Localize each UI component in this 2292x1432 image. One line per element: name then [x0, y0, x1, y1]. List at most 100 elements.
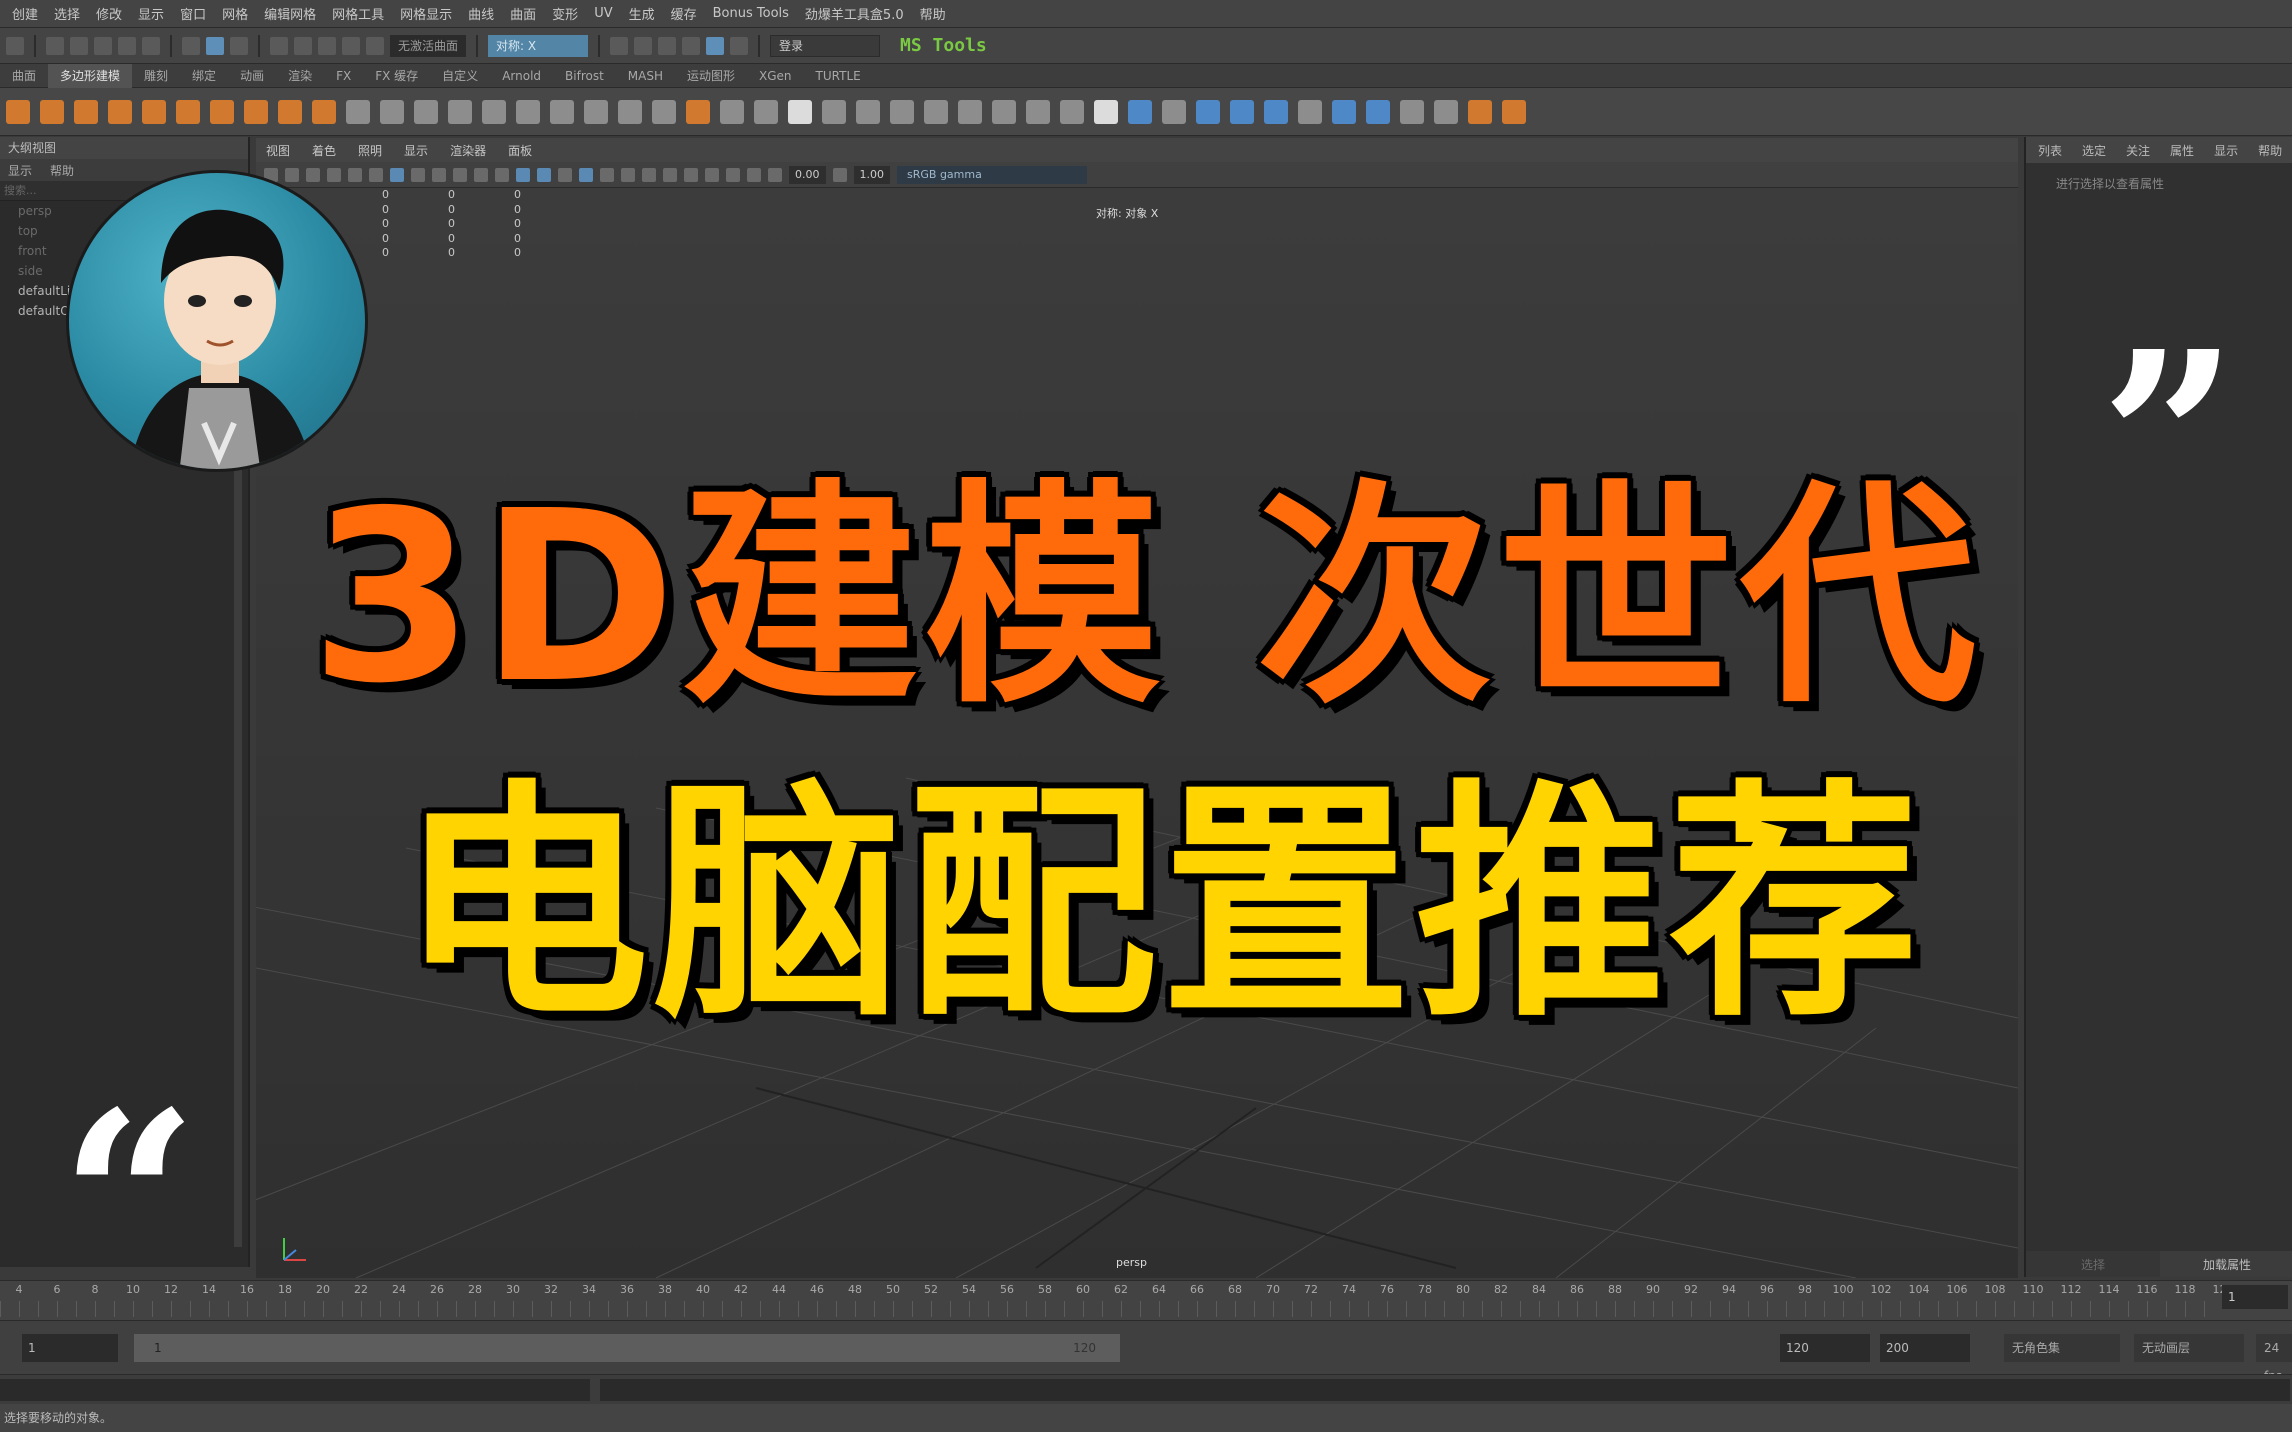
export-selection-icon[interactable] [1434, 99, 1458, 124]
poly-torus-icon[interactable] [142, 99, 166, 124]
multi-cut-icon[interactable] [618, 99, 642, 124]
wire-icon[interactable] [1400, 99, 1424, 124]
film-gate-icon[interactable] [411, 167, 425, 182]
symmetry-dropdown[interactable]: 对称: X [488, 34, 589, 57]
select-hierarchy-icon[interactable] [182, 36, 200, 55]
cb-menu-focus[interactable]: 关注 [2126, 142, 2150, 159]
cb-menu-attributes[interactable]: 属性 [2170, 142, 2194, 159]
color-space-dropdown[interactable]: sRGB gamma [897, 165, 1087, 184]
menu-deform[interactable]: 变形 [544, 4, 586, 23]
shelf-tab-fx[interactable]: FX [324, 69, 363, 83]
cb-menu-help[interactable]: 帮助 [2258, 142, 2282, 159]
menu-modify[interactable]: 修改 [88, 4, 130, 23]
poly-plane-icon[interactable] [176, 99, 200, 124]
render-icon[interactable] [634, 36, 653, 55]
shelf-tab-turtle[interactable]: TURTLE [804, 69, 873, 83]
curve-tool-icon[interactable] [1128, 99, 1152, 124]
viewport-menu-renderer[interactable]: 渲染器 [450, 142, 486, 159]
resolution-gate-icon[interactable] [432, 167, 446, 182]
bend-deformer-icon[interactable] [1332, 99, 1356, 124]
field-chart-icon[interactable] [474, 167, 488, 182]
pencil-curve-icon[interactable] [1264, 99, 1288, 124]
anim-end-field[interactable]: 120 [1780, 1334, 1870, 1362]
poly-text-icon[interactable] [312, 99, 336, 124]
shelf-tab-animation[interactable]: 动画 [228, 67, 276, 84]
save-scene-icon[interactable] [94, 36, 112, 55]
grid-icon[interactable] [890, 99, 914, 124]
grease-pencil-icon[interactable] [369, 167, 383, 182]
bezier-curve-icon[interactable] [1196, 99, 1220, 124]
layout-uv-icon[interactable] [856, 99, 880, 124]
bridge-icon[interactable] [550, 99, 574, 124]
boolean-icon[interactable] [448, 99, 472, 124]
mstools-logo[interactable]: MS Tools [900, 35, 987, 56]
exposure-field[interactable]: 0.00 [789, 165, 826, 184]
folder-export-icon[interactable] [1468, 99, 1492, 124]
snap-curve-icon[interactable] [294, 36, 312, 55]
image-plane-icon[interactable] [327, 167, 341, 182]
render-view-icon[interactable] [610, 36, 629, 55]
menu-mesh-tools[interactable]: 网格工具 [324, 4, 392, 23]
poly-disc-icon[interactable] [210, 99, 234, 124]
poly-sphere-icon[interactable] [6, 99, 30, 124]
range-bar[interactable]: 1 120 [134, 1334, 1120, 1362]
menu-uv[interactable]: UV [586, 6, 620, 21]
undo-icon[interactable] [118, 36, 136, 55]
anim-layer-dropdown[interactable]: 无动画层 [2134, 1334, 2244, 1362]
end-frame-field[interactable]: 200 [1880, 1334, 1970, 1362]
bookmarks-icon[interactable] [306, 167, 320, 182]
menu-curves[interactable]: 曲线 [460, 4, 502, 23]
knife-icon[interactable] [924, 99, 948, 124]
new-scene-icon[interactable] [46, 36, 64, 55]
snap-point-icon[interactable] [318, 36, 336, 55]
wireframe-on-shaded-icon[interactable] [558, 167, 572, 182]
poly-cone-icon[interactable] [108, 99, 132, 124]
menu-mesh[interactable]: 网格 [214, 4, 256, 23]
cb-menu-selected[interactable]: 选定 [2082, 142, 2106, 159]
motion-blur-icon[interactable] [663, 167, 677, 182]
live-surface-field[interactable]: 无激活曲面 [390, 34, 467, 57]
ipr-render-icon[interactable] [658, 36, 677, 55]
snap-surface-icon[interactable] [366, 36, 384, 55]
redo-icon[interactable] [142, 36, 160, 55]
viewport-menu-panels[interactable]: 面板 [508, 142, 532, 159]
shelf-tab-rigging[interactable]: 绑定 [180, 67, 228, 84]
poly-cube-icon[interactable] [40, 99, 64, 124]
shelf-tab-motion-graphics[interactable]: 运动图形 [675, 67, 747, 84]
shelf-tab-arnold[interactable]: Arnold [490, 69, 553, 83]
arnold-render-icon[interactable] [730, 36, 749, 55]
xray-joints-icon[interactable] [747, 167, 761, 182]
cb-tab-load-attributes[interactable]: 加载属性 [2160, 1251, 2292, 1277]
select-component-icon[interactable] [230, 36, 248, 55]
time-slider[interactable]: 4 6 8 10 12 14 16 18 20 22 24 26 28 30 32 34 36 38 40 42 44 4… [0, 1280, 2292, 1320]
mirror-icon[interactable] [482, 99, 506, 124]
viewport-menu-view[interactable]: 视图 [266, 142, 290, 159]
login-dropdown[interactable]: 登录 [770, 34, 881, 57]
outliner-menu-help[interactable]: 帮助 [50, 162, 74, 179]
menu-windows[interactable]: 窗口 [172, 4, 214, 23]
menu-generate[interactable]: 生成 [621, 4, 663, 23]
ambient-occlusion-icon[interactable] [642, 167, 656, 182]
render-settings-icon[interactable] [682, 36, 701, 55]
isolate-select-icon[interactable] [705, 167, 719, 182]
super-shape-icon[interactable] [278, 99, 302, 124]
gamma-icon[interactable] [832, 167, 847, 182]
xray-icon[interactable] [726, 167, 740, 182]
reset-transform-icon[interactable] [1026, 99, 1050, 124]
smooth-icon[interactable] [414, 99, 438, 124]
magnet-icon[interactable] [788, 99, 812, 124]
menu-help[interactable]: 帮助 [912, 4, 954, 23]
menu-select[interactable]: 选择 [46, 4, 88, 23]
shelf-tab-poly-modeling[interactable]: 多边形建模 [48, 63, 133, 88]
snap-view-icon[interactable] [342, 36, 360, 55]
gate-mask-icon[interactable] [453, 167, 467, 182]
cb-menu-show[interactable]: 显示 [2214, 142, 2238, 159]
gamma-field[interactable]: 1.00 [853, 165, 890, 184]
target-weld-icon[interactable] [652, 99, 676, 124]
use-all-lights-icon[interactable] [600, 167, 614, 182]
folder-import-icon[interactable] [1502, 99, 1526, 124]
snap-together-icon[interactable] [822, 99, 846, 124]
insert-loop-icon[interactable] [754, 99, 778, 124]
shelf-tab-xgen[interactable]: XGen [747, 69, 804, 83]
mode-dropdown-icon[interactable] [6, 36, 24, 55]
